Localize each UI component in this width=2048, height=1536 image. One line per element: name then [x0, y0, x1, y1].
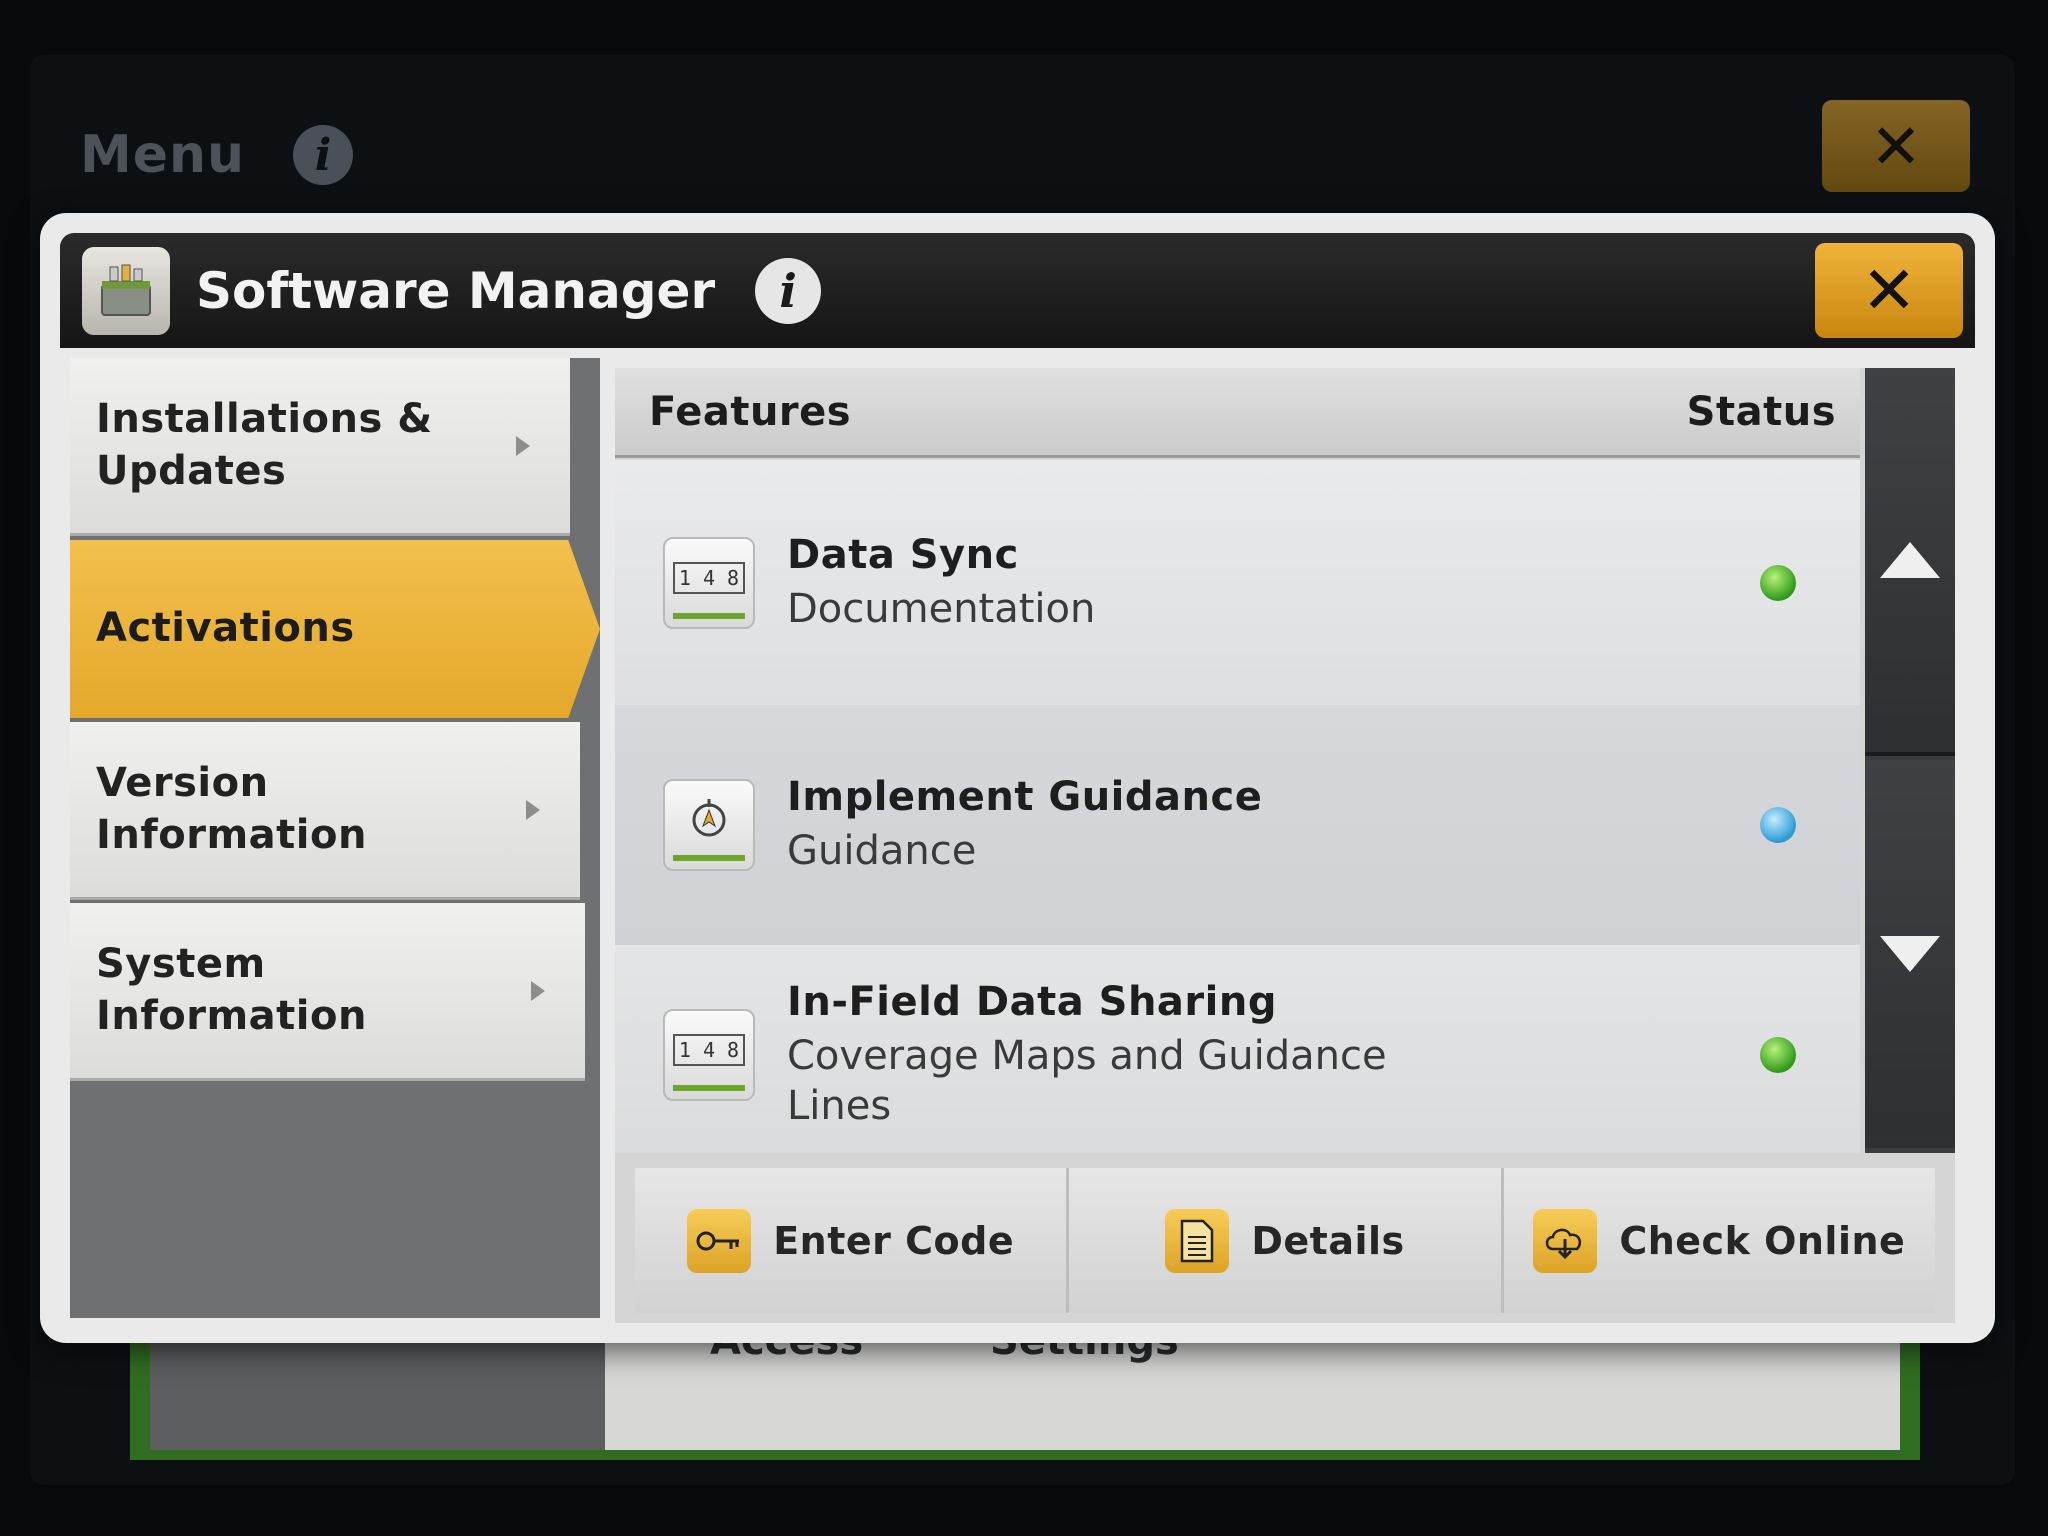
sidebar-item-label: Installations & Updates	[96, 396, 433, 494]
sidebar-item-version-information[interactable]: Version Information	[70, 722, 580, 900]
sidebar-item-activations[interactable]: Activations	[70, 540, 600, 718]
background-menu-title: Menu	[80, 125, 246, 185]
feature-row-data-sync[interactable]: 1 4 8 Data Sync Documentation	[615, 460, 1860, 705]
status-indicator	[1760, 807, 1796, 843]
document-icon	[1165, 1208, 1230, 1273]
arrow-up-icon	[1880, 542, 1940, 578]
feature-title: Data Sync	[787, 531, 1019, 578]
action-bar: Enter Code Details Check Online	[635, 1168, 1935, 1313]
counter-icon: 1 4 8	[663, 536, 755, 629]
column-header-features: Features	[649, 388, 852, 435]
enter-code-label: Enter Code	[773, 1218, 1015, 1263]
key-icon	[687, 1208, 752, 1273]
guidance-icon	[663, 779, 755, 871]
sidebar-item-label: Activations	[96, 605, 355, 652]
background-close-button[interactable]: ✕	[1822, 100, 1970, 192]
dialog-header: Software Manager i	[60, 233, 1975, 348]
feature-row-in-field-data-sharing[interactable]: 1 4 8 In-Field Data Sharing Coverage Map…	[615, 945, 1860, 1153]
feature-title: In-Field Data Sharing	[787, 979, 1277, 1025]
details-button[interactable]: Details	[1069, 1168, 1504, 1313]
status-indicator	[1760, 1037, 1796, 1073]
check-online-button[interactable]: Check Online	[1504, 1168, 1935, 1313]
chevron-right-icon	[531, 980, 545, 1001]
sidebar-item-label: Version Information	[96, 760, 367, 858]
chevron-right-icon	[516, 435, 530, 456]
dialog-title: Software Manager	[196, 261, 716, 320]
chevron-right-icon	[526, 799, 540, 820]
software-manager-icon	[82, 246, 170, 335]
enter-code-button[interactable]: Enter Code	[635, 1168, 1070, 1313]
scroll-down-button[interactable]	[1865, 760, 1955, 1148]
feature-subtitle: Documentation	[787, 585, 1096, 632]
sidebar-item-label: System Information	[96, 941, 367, 1039]
arrow-down-icon	[1880, 936, 1940, 972]
info-icon[interactable]: i	[293, 125, 354, 185]
counter-digits: 1 4 8	[672, 561, 746, 594]
feature-subtitle: Guidance	[787, 828, 977, 874]
software-manager-dialog: Software Manager i ✕ Installations & Upd…	[40, 213, 1995, 1343]
status-indicator	[1760, 564, 1796, 601]
sidebar-item-installations-updates[interactable]: Installations & Updates	[70, 358, 570, 536]
scrollbar	[1865, 368, 1955, 1153]
counter-digits: 1 4 8	[672, 1034, 746, 1066]
column-header-status: Status	[1686, 388, 1836, 435]
close-button[interactable]: ✕	[1815, 243, 1963, 338]
sidebar-item-system-information[interactable]: System Information	[70, 903, 585, 1081]
table-header: Features Status	[615, 368, 1860, 458]
counter-icon: 1 4 8	[663, 1009, 755, 1101]
scroll-up-button[interactable]	[1865, 368, 1955, 756]
feature-list: 1 4 8 Data Sync Documentation Implement …	[615, 460, 1860, 1153]
feature-subtitle: Coverage Maps and Guidance Lines	[787, 1033, 1387, 1129]
feature-title: Implement Guidance	[787, 774, 1263, 820]
features-panel: Features Status 1 4 8 Data Sync Document…	[615, 368, 1955, 1323]
details-label: Details	[1251, 1218, 1405, 1263]
check-online-label: Check Online	[1619, 1218, 1906, 1263]
cloud-download-icon	[1533, 1208, 1598, 1273]
info-icon[interactable]: i	[755, 257, 822, 324]
sidebar: Installations & Updates Activations Vers…	[70, 358, 600, 1318]
feature-row-implement-guidance[interactable]: Implement Guidance Guidance	[615, 705, 1860, 945]
background-menu-bar: Menu i	[50, 95, 1980, 215]
